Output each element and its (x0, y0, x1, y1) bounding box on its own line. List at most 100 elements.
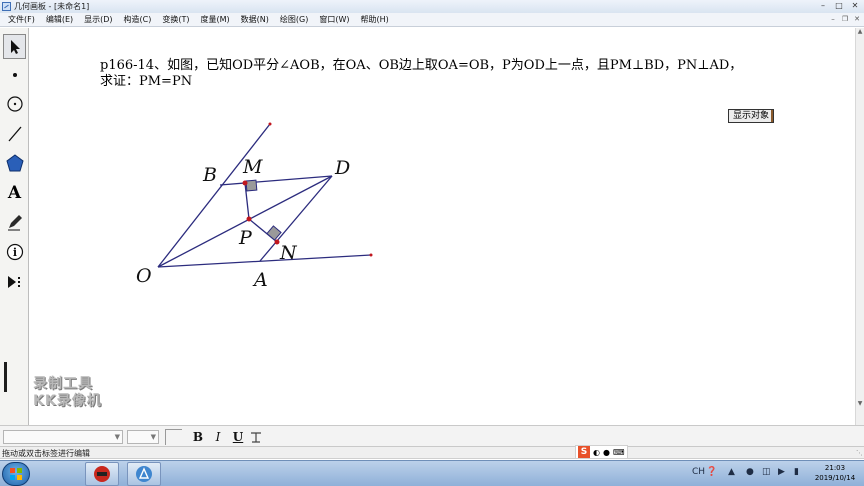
point-p (246, 216, 252, 222)
text-style-icon[interactable] (248, 429, 264, 445)
kk-recorder-icon (94, 466, 110, 482)
taskbar-app-kk-recorder[interactable] (85, 462, 119, 486)
maximize-icon[interactable]: □ (832, 0, 846, 11)
close-icon[interactable]: ✕ (848, 0, 862, 11)
tray-app-icon[interactable]: ● (746, 467, 754, 477)
font-name-select[interactable]: ▼ (3, 430, 123, 444)
ime-keyboard-icon[interactable]: ⌨ (613, 448, 625, 457)
ime-mic-icon[interactable]: ● (603, 448, 610, 457)
play-menu-icon (7, 275, 20, 288)
underline-button[interactable]: U (230, 429, 246, 445)
scroll-up-icon[interactable]: ▲ (856, 28, 864, 37)
arrow-icon (10, 39, 20, 54)
svg-text:i: i (12, 246, 16, 259)
help-icon[interactable]: ❓ (706, 467, 717, 477)
circle-icon (6, 95, 23, 112)
doc-close-icon[interactable]: ✕ (852, 14, 862, 24)
chevron-down-icon: ▼ (114, 433, 120, 441)
point-b-end (268, 122, 272, 126)
watermark-line-1: 录制工具 (33, 376, 93, 392)
polygon-tool[interactable] (3, 150, 26, 175)
geometer-sketchpad-icon (136, 466, 152, 482)
label-b: B (202, 164, 217, 186)
start-button[interactable] (2, 462, 30, 486)
taskbar-app-sketchpad[interactable] (127, 462, 161, 486)
segment-bd (219, 175, 333, 186)
point-a-end (369, 253, 373, 257)
clock-date: 2019/10/14 (814, 474, 856, 482)
minimize-icon[interactable]: – (816, 0, 830, 11)
language-indicator[interactable]: CH (692, 467, 705, 477)
point-m (242, 180, 248, 186)
bold-button[interactable]: B (190, 429, 206, 445)
doc-restore-icon[interactable]: ❐ (840, 14, 850, 24)
volume-icon[interactable]: ▶ (778, 467, 785, 477)
info-icon: i (6, 243, 23, 260)
menu-transform[interactable]: 变换(T) (162, 14, 189, 25)
straightedge-tool[interactable] (3, 121, 26, 146)
system-clock[interactable]: 21:03 2019/10/14 (810, 463, 860, 483)
italic-button[interactable]: I (210, 429, 226, 445)
compass-tool[interactable] (3, 91, 26, 116)
sogou-ime-icon[interactable]: S (578, 446, 590, 458)
point-n (274, 239, 280, 245)
tray-expand-icon[interactable]: ▲ (728, 467, 735, 477)
point-icon (12, 72, 17, 77)
label-d: D (334, 157, 350, 179)
text-format-bar: ▼ ▼ B I U (0, 425, 864, 447)
label-o: O (136, 265, 152, 287)
toolbox-resize-grip[interactable] (4, 362, 7, 392)
doc-minimize-icon[interactable]: – (828, 14, 838, 24)
sketch-canvas[interactable]: p166-14、如图，已知OD平分∠AOB，在OA、OB边上取OA=OB，P为O… (30, 28, 854, 425)
pencil-icon (7, 214, 22, 230)
menu-graph[interactable]: 绘图(G) (280, 14, 308, 25)
recorder-watermark: 录制工具 KK录像机 (33, 376, 102, 410)
segment-od (157, 175, 333, 268)
right-angle-mark-m (245, 179, 258, 192)
text-style-icon (251, 432, 261, 443)
segments (157, 123, 372, 268)
resize-grip-icon[interactable]: ⋱ (856, 449, 863, 457)
menu-measure[interactable]: 度量(M) (201, 14, 230, 25)
network-icon[interactable]: ◫ (762, 467, 771, 477)
ime-toolbar[interactable]: S ◐ ● ⌨ (575, 445, 628, 459)
status-bar: 拖动或双击标签进行编辑 ⋱ (0, 447, 864, 459)
marker-tool[interactable] (3, 209, 26, 234)
ime-punct-icon[interactable]: ◐ (593, 448, 600, 457)
label-m: M (242, 156, 263, 178)
ray-ob (157, 123, 271, 268)
menu-construct[interactable]: 构造(C) (124, 14, 152, 25)
custom-tool[interactable] (3, 269, 26, 294)
label-a: A (252, 269, 268, 291)
menu-display[interactable]: 显示(D) (84, 14, 112, 25)
menu-data[interactable]: 数据(N) (241, 14, 269, 25)
vertical-scrollbar[interactable]: ▲ ▼ (855, 28, 864, 425)
font-size-select[interactable]: ▼ (127, 430, 159, 444)
label-n: N (279, 242, 298, 264)
status-text: 拖动或双击标签进行编辑 (2, 449, 90, 458)
watermark-line-2: KK录像机 (33, 393, 102, 409)
clock-time: 21:03 (824, 464, 846, 472)
menu-file[interactable]: 文件(F) (8, 14, 35, 25)
point-tool[interactable] (3, 62, 26, 87)
label-p: P (238, 227, 253, 249)
menu-help[interactable]: 帮助(H) (361, 14, 389, 25)
signal-icon[interactable]: ▮ (794, 467, 799, 477)
line-icon (8, 126, 21, 141)
sketchpad-app-icon (2, 2, 11, 11)
chevron-down-icon: ▼ (150, 433, 156, 441)
windows-logo-icon (10, 468, 22, 480)
menu-bar: 文件(F) 编辑(E) 显示(D) 构造(C) 变换(T) 度量(M) 数据(N… (0, 13, 864, 27)
text-tool[interactable]: A (3, 180, 26, 205)
menu-window[interactable]: 窗口(W) (319, 14, 349, 25)
arrow-select-tool[interactable] (3, 34, 26, 59)
scroll-down-icon[interactable]: ▼ (856, 400, 864, 409)
title-bar: 几何画板 - [未命名1] – □ ✕ (0, 0, 864, 13)
menu-edit[interactable]: 编辑(E) (46, 14, 73, 25)
toolbox: A i (0, 28, 29, 425)
information-tool[interactable]: i (3, 239, 26, 264)
text-a-icon: A (7, 182, 22, 203)
geometry-figure[interactable]: B M D P N O A (30, 28, 854, 425)
polygon-icon (5, 153, 24, 171)
text-color-button[interactable] (165, 429, 182, 445)
